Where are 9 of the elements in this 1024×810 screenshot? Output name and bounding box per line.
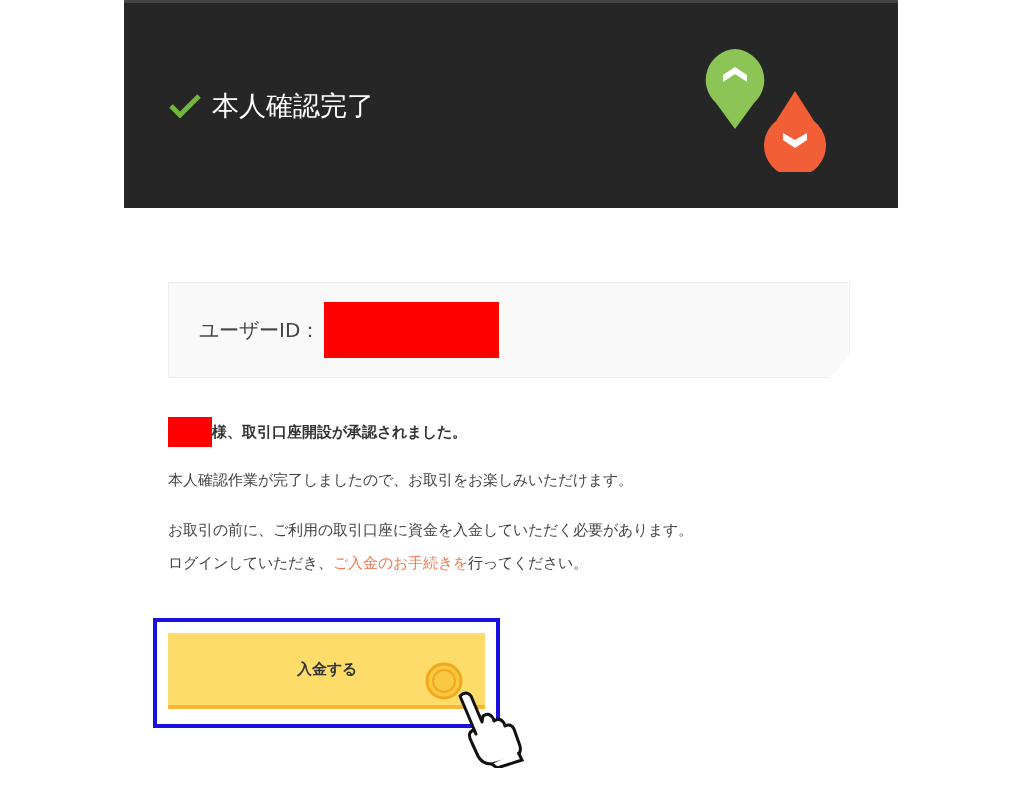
deposit-button[interactable]: 入金する [168, 633, 485, 709]
confirmation-message: 本人確認作業が完了しましたので、お取引をお楽しみいただけます。 [168, 471, 634, 490]
user-id-label: ユーザーID： [199, 316, 321, 344]
page-title: 本人確認完了 [212, 88, 374, 123]
redaction-mark [168, 417, 212, 447]
deposit-notice: お取引の前に、ご利用の取引口座に資金を入金していただく必要があります。 ログインしていただき、ご入金のお手続きを行ってください。 [168, 520, 694, 574]
check-icon [168, 92, 202, 119]
tap-ripple-icon [425, 662, 463, 700]
approval-message: 様、取引口座開設が承認されました。 [212, 422, 467, 442]
